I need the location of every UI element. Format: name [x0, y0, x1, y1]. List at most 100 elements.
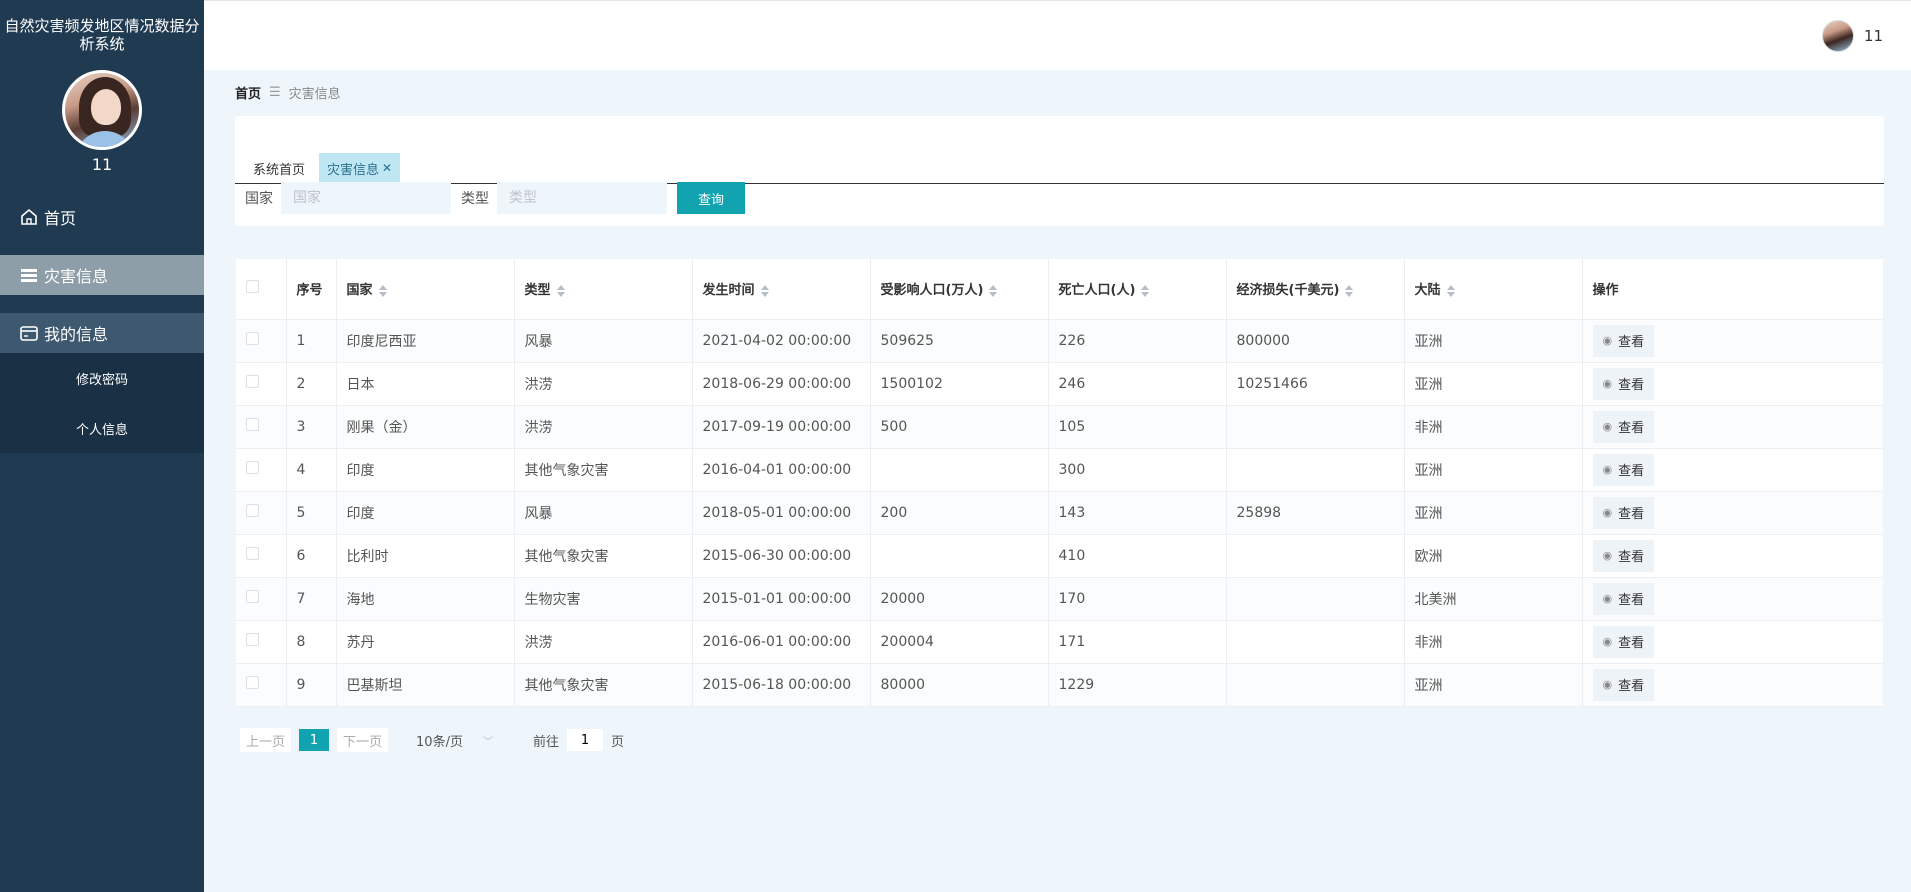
- sort-icon[interactable]: [378, 284, 387, 298]
- country-input[interactable]: [281, 182, 451, 214]
- table-cell-time: 2018-06-29 00:00:00: [692, 362, 871, 406]
- row-select-cell[interactable]: [236, 534, 287, 578]
- select-all-cell[interactable]: [236, 259, 287, 320]
- table-cell-affected: 1500102: [870, 362, 1049, 406]
- eye-icon: ◉: [1602, 463, 1613, 476]
- row-checkbox[interactable]: [246, 418, 259, 431]
- sidebar-item-profile[interactable]: 个人信息: [0, 403, 204, 453]
- tab-bar: 系统首页 灾害信息 ✕: [235, 134, 1884, 184]
- table-cell-continent: 亚洲: [1404, 448, 1583, 492]
- row-checkbox[interactable]: [246, 590, 259, 603]
- view-button[interactable]: ◉ 查看: [1592, 496, 1655, 529]
- view-button[interactable]: ◉ 查看: [1592, 582, 1655, 615]
- row-checkbox[interactable]: [246, 375, 259, 388]
- table-cell-no: 8: [286, 620, 337, 664]
- row-checkbox[interactable]: [246, 332, 259, 345]
- table-cell-continent: 欧洲: [1404, 534, 1583, 578]
- row-select-cell[interactable]: [236, 620, 287, 664]
- view-button[interactable]: ◉ 查看: [1592, 625, 1655, 658]
- prev-page-button[interactable]: 上一页: [240, 728, 292, 752]
- view-button[interactable]: ◉ 查看: [1592, 367, 1655, 400]
- tab-system-home[interactable]: 系统首页: [245, 153, 313, 183]
- table-cell-deaths: 170: [1048, 577, 1227, 621]
- page-number-button[interactable]: 1: [299, 729, 330, 751]
- table-cell-affected: 509625: [870, 319, 1049, 363]
- table-cell-no: 6: [286, 534, 337, 578]
- sort-icon[interactable]: [760, 284, 769, 298]
- row-checkbox[interactable]: [246, 547, 259, 560]
- sort-icon[interactable]: [1446, 284, 1455, 298]
- table-cell-deaths: 143: [1048, 491, 1227, 535]
- page-size-select[interactable]: 10条/页 ﹀: [416, 731, 493, 750]
- actions-cell: ◉ 查看: [1582, 448, 1883, 492]
- view-button[interactable]: ◉ 查看: [1592, 539, 1655, 572]
- table-cell-type: 生物灾害: [514, 577, 693, 621]
- eye-icon: ◉: [1602, 549, 1613, 562]
- table-cell-deaths: 1229: [1048, 663, 1227, 707]
- sort-icon[interactable]: [556, 284, 565, 298]
- row-checkbox[interactable]: [246, 676, 259, 689]
- view-button[interactable]: ◉ 查看: [1592, 324, 1655, 357]
- breadcrumb-home[interactable]: 首页: [235, 83, 261, 102]
- table-cell-type: 风暴: [514, 491, 693, 535]
- table-header-row: 序号 国家 类型 发生时间 受影响人口(万人) 死亡人口(人) 经济损失(千美元…: [236, 259, 1883, 320]
- sidebar-item-home[interactable]: 首页: [0, 197, 204, 237]
- sort-icon[interactable]: [1345, 284, 1354, 298]
- view-button[interactable]: ◉ 查看: [1592, 668, 1655, 701]
- row-select-cell[interactable]: [236, 448, 287, 492]
- sort-icon[interactable]: [989, 284, 998, 298]
- top-user-name: 11: [1863, 27, 1883, 45]
- table-cell-loss: [1226, 620, 1405, 664]
- row-checkbox[interactable]: [246, 504, 259, 517]
- column-header[interactable]: 类型: [514, 259, 693, 320]
- tab-disaster-info[interactable]: 灾害信息 ✕: [319, 153, 401, 183]
- table-cell-continent: 亚洲: [1404, 663, 1583, 707]
- view-label: 查看: [1618, 335, 1645, 350]
- row-select-cell[interactable]: [236, 663, 287, 707]
- view-button[interactable]: ◉ 查看: [1592, 410, 1655, 443]
- actions-cell: ◉ 查看: [1582, 362, 1883, 406]
- row-checkbox[interactable]: [246, 633, 259, 646]
- select-all-checkbox[interactable]: [246, 280, 259, 294]
- top-user-menu[interactable]: 11: [1821, 20, 1883, 52]
- goto-page-input[interactable]: [566, 729, 603, 751]
- column-header[interactable]: 大陆: [1404, 259, 1583, 320]
- column-header[interactable]: 受影响人口(万人): [870, 259, 1049, 320]
- row-checkbox[interactable]: [246, 461, 259, 474]
- table-cell-deaths: 246: [1048, 362, 1227, 406]
- column-header[interactable]: 发生时间: [692, 259, 871, 320]
- sidebar-item-my-info[interactable]: 我的信息: [0, 313, 204, 353]
- table-cell-continent: 亚洲: [1404, 319, 1583, 363]
- table-cell-country: 巴基斯坦: [336, 663, 515, 707]
- pagination: 上一页 1 下一页 10条/页 ﹀ 前往 页: [240, 728, 624, 752]
- column-header[interactable]: 死亡人口(人): [1048, 259, 1227, 320]
- row-select-cell[interactable]: [236, 362, 287, 406]
- row-select-cell[interactable]: [236, 577, 287, 621]
- sidebar-user-name: 11: [91, 155, 113, 174]
- column-header[interactable]: 国家: [336, 259, 515, 320]
- view-button[interactable]: ◉ 查看: [1592, 453, 1655, 486]
- sort-icon[interactable]: [1141, 284, 1150, 298]
- sidebar-item-disaster-info[interactable]: 灾害信息: [0, 255, 204, 295]
- menu-icon: ☰: [269, 85, 281, 100]
- table-cell-continent: 非洲: [1404, 620, 1583, 664]
- column-header[interactable]: 经济损失(千美元): [1226, 259, 1405, 320]
- table-cell-no: 4: [286, 448, 337, 492]
- view-label: 查看: [1618, 464, 1645, 479]
- view-label: 查看: [1618, 378, 1645, 393]
- sidebar-item-change-password[interactable]: 修改密码: [0, 353, 204, 403]
- table-cell-type: 其他气象灾害: [514, 448, 693, 492]
- close-icon[interactable]: ✕: [382, 161, 392, 175]
- next-page-button[interactable]: 下一页: [337, 728, 389, 752]
- row-select-cell[interactable]: [236, 491, 287, 535]
- table-cell-country: 日本: [336, 362, 515, 406]
- query-button[interactable]: 查询: [677, 182, 745, 214]
- type-input[interactable]: [497, 182, 667, 214]
- row-select-cell[interactable]: [236, 319, 287, 363]
- view-label: 查看: [1618, 679, 1645, 694]
- table-row: 6 比利时 其他气象灾害 2015-06-30 00:00:00 410 欧洲 ◉ 查看: [236, 534, 1883, 578]
- table-cell-loss: 10251466: [1226, 362, 1405, 406]
- table-cell-no: 9: [286, 663, 337, 707]
- row-select-cell[interactable]: [236, 405, 287, 449]
- eye-icon: ◉: [1602, 592, 1613, 605]
